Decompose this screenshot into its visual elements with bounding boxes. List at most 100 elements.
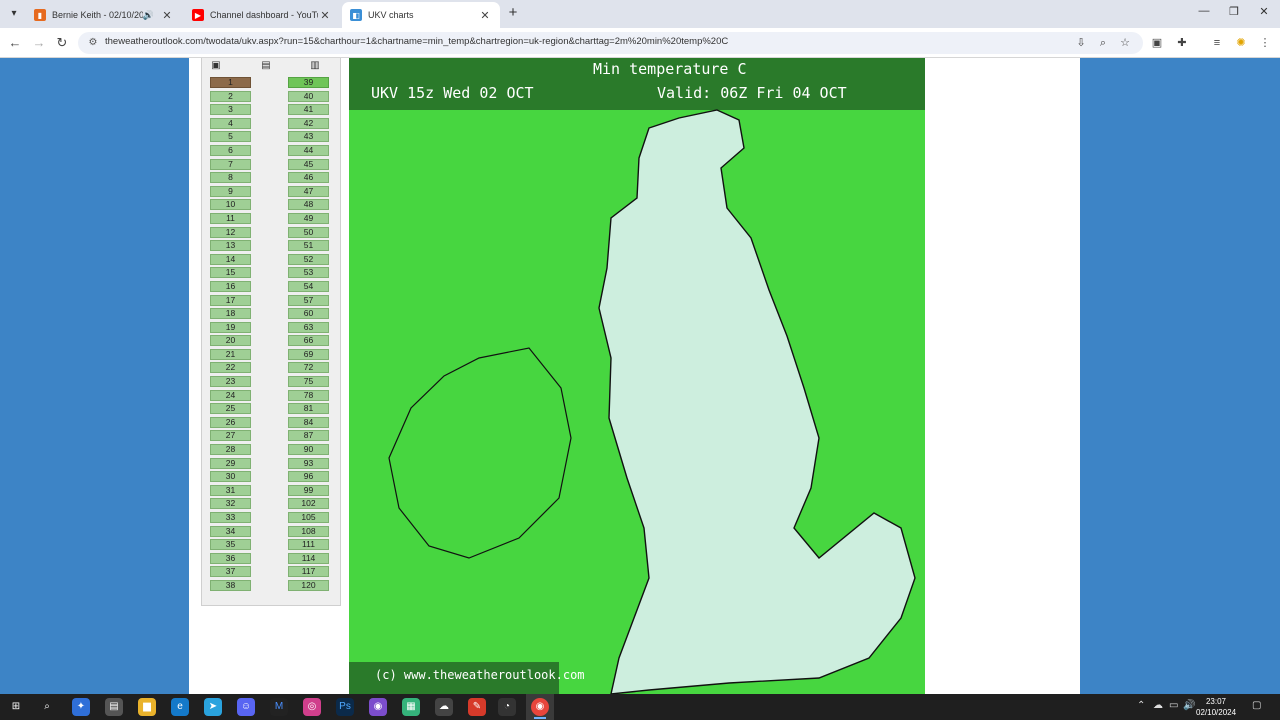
hour-cell[interactable]: 39 <box>288 77 329 88</box>
weather-app-icon[interactable]: ☁ <box>435 698 453 716</box>
speaker-icon[interactable]: 🔊 <box>143 10 154 21</box>
hour-cell[interactable]: 35 <box>210 539 251 551</box>
hour-cell[interactable]: 14 <box>210 253 251 265</box>
back-icon[interactable]: ← <box>6 34 24 52</box>
hour-cell[interactable]: 53 <box>288 267 329 279</box>
hour-cell[interactable]: 60 <box>288 308 329 320</box>
hour-cell[interactable]: 54 <box>288 280 329 292</box>
zoom-icon[interactable]: ⌕ <box>1094 34 1112 52</box>
hour-cell[interactable]: 20 <box>210 335 251 347</box>
restore-icon[interactable]: ❐ <box>1224 5 1244 18</box>
url-text[interactable]: theweatheroutlook.com/twodata/ukv.aspx?r… <box>105 36 728 47</box>
chrome-icon[interactable]: ◉ <box>531 698 549 716</box>
pdf-app-icon[interactable]: ✎ <box>468 698 486 716</box>
hour-cell[interactable]: 69 <box>288 348 329 360</box>
hour-cell[interactable]: 57 <box>288 294 329 306</box>
taskbar-clock[interactable]: 23:07 02/10/2024 <box>1196 696 1236 718</box>
tab-youtube-studio[interactable]: ▶ Channel dashboard - YouTube Studio ✕ <box>184 2 340 28</box>
discord-icon[interactable]: ☺ <box>237 698 255 716</box>
hour-cell[interactable]: 2 <box>210 90 251 102</box>
search-icon[interactable]: ⌕ <box>38 698 56 716</box>
network-icon[interactable]: ▭ <box>1169 700 1178 711</box>
photoshop-icon[interactable]: Ps <box>336 698 354 716</box>
extensions-puzzle-icon[interactable]: ✚ <box>1173 34 1191 52</box>
hour-cell[interactable]: 30 <box>210 471 251 483</box>
hour-cell[interactable]: 102 <box>288 498 329 510</box>
hour-cell[interactable]: 38 <box>210 579 251 591</box>
hour-cell[interactable]: 78 <box>288 389 329 401</box>
address-bar[interactable]: ⚙ theweatheroutlook.com/twodata/ukv.aspx… <box>78 32 1143 54</box>
close-tab-icon[interactable]: ✕ <box>160 9 174 22</box>
hour-cell[interactable]: 41 <box>288 104 329 116</box>
tab-search-chevron-icon[interactable]: ▾ <box>6 6 22 22</box>
hour-cell[interactable]: 21 <box>210 348 251 360</box>
hour-cell[interactable]: 40 <box>288 90 329 102</box>
hour-cell[interactable]: 93 <box>288 457 329 469</box>
hour-cell[interactable]: 27 <box>210 430 251 442</box>
hour-cell[interactable]: 6 <box>210 144 251 156</box>
hour-cell[interactable]: 32 <box>210 498 251 510</box>
onedrive-icon[interactable]: ☁ <box>1153 700 1163 711</box>
first-frame-icon[interactable]: ▣ <box>209 60 223 72</box>
close-tab-icon[interactable]: ✕ <box>318 9 332 22</box>
hour-cell[interactable]: 9 <box>210 185 251 197</box>
browser-menu-icon[interactable]: ⋮ <box>1256 34 1274 52</box>
hour-cell[interactable]: 108 <box>288 525 329 537</box>
hour-cell[interactable]: 12 <box>210 226 251 238</box>
hour-cell[interactable]: 26 <box>210 416 251 428</box>
meta-icon[interactable]: M <box>270 698 288 716</box>
copilot-icon[interactable]: ✦ <box>72 698 90 716</box>
tab-bernie-keith[interactable]: ▮ Bernie Keith - 02/10/2024 - 🔊 ✕ <box>26 2 182 28</box>
hour-cell[interactable]: 46 <box>288 172 329 184</box>
hour-cell[interactable]: 96 <box>288 471 329 483</box>
hour-cell[interactable]: 52 <box>288 253 329 265</box>
hour-cell[interactable]: 63 <box>288 321 329 333</box>
hour-cell[interactable]: 16 <box>210 280 251 292</box>
hour-cell[interactable]: 49 <box>288 212 329 224</box>
hour-cell[interactable]: 50 <box>288 226 329 238</box>
hour-cell[interactable]: 105 <box>288 512 329 523</box>
hour-cell[interactable]: 114 <box>288 552 329 564</box>
instagram-icon[interactable]: ◎ <box>303 698 321 716</box>
hour-cell[interactable]: 84 <box>288 416 329 428</box>
hour-cell[interactable]: 90 <box>288 444 329 456</box>
file-explorer-icon[interactable]: ▆ <box>138 698 156 716</box>
hour-cell[interactable]: 48 <box>288 199 329 211</box>
volume-icon[interactable]: 🔊 <box>1183 700 1195 711</box>
hour-cell[interactable]: 5 <box>210 131 251 143</box>
hour-cell[interactable]: 34 <box>210 525 251 537</box>
hour-cell[interactable]: 120 <box>288 579 329 591</box>
extension-icon[interactable]: ▣ <box>1148 34 1166 52</box>
profile-avatar-icon[interactable]: ✺ <box>1232 34 1250 52</box>
hour-cell[interactable]: 66 <box>288 335 329 347</box>
hour-cell[interactable]: 23 <box>210 376 251 388</box>
obs-icon[interactable]: ◉ <box>369 698 387 716</box>
hour-cell[interactable]: 1 <box>210 77 251 88</box>
hour-cell[interactable]: 44 <box>288 144 329 156</box>
hour-cell[interactable]: 37 <box>210 566 251 578</box>
hour-cell[interactable]: 11 <box>210 212 251 224</box>
hour-cell[interactable]: 17 <box>210 294 251 306</box>
hour-cell[interactable]: 111 <box>288 539 329 551</box>
hour-cell[interactable]: 31 <box>210 484 251 496</box>
new-tab-button[interactable]: + <box>505 5 521 21</box>
hour-cell[interactable]: 72 <box>288 362 329 374</box>
hour-cell[interactable]: 4 <box>210 117 251 129</box>
close-window-icon[interactable]: ✕ <box>1254 5 1274 18</box>
previous-frame-icon[interactable]: ▤ <box>259 60 273 72</box>
forward-icon[interactable]: → <box>30 34 48 52</box>
file-app-icon[interactable]: ▤ <box>105 698 123 716</box>
minimize-icon[interactable]: — <box>1194 5 1214 17</box>
telegram-icon[interactable]: ➤ <box>204 698 222 716</box>
hour-cell[interactable]: 29 <box>210 457 251 469</box>
install-app-icon[interactable]: ⇩ <box>1072 34 1090 52</box>
hour-cell[interactable]: 51 <box>288 240 329 252</box>
hour-cell[interactable]: 87 <box>288 430 329 442</box>
windows-start-icon[interactable]: ⊞ <box>7 698 25 716</box>
hour-cell[interactable]: 18 <box>210 308 251 320</box>
hour-cell[interactable]: 81 <box>288 403 329 415</box>
hour-cell[interactable]: 15 <box>210 267 251 279</box>
reload-icon[interactable]: ↻ <box>53 34 71 52</box>
tab-ukv-charts[interactable]: ◧ UKV charts ✕ <box>342 2 500 28</box>
chat-app-icon[interactable]: ▦ <box>402 698 420 716</box>
